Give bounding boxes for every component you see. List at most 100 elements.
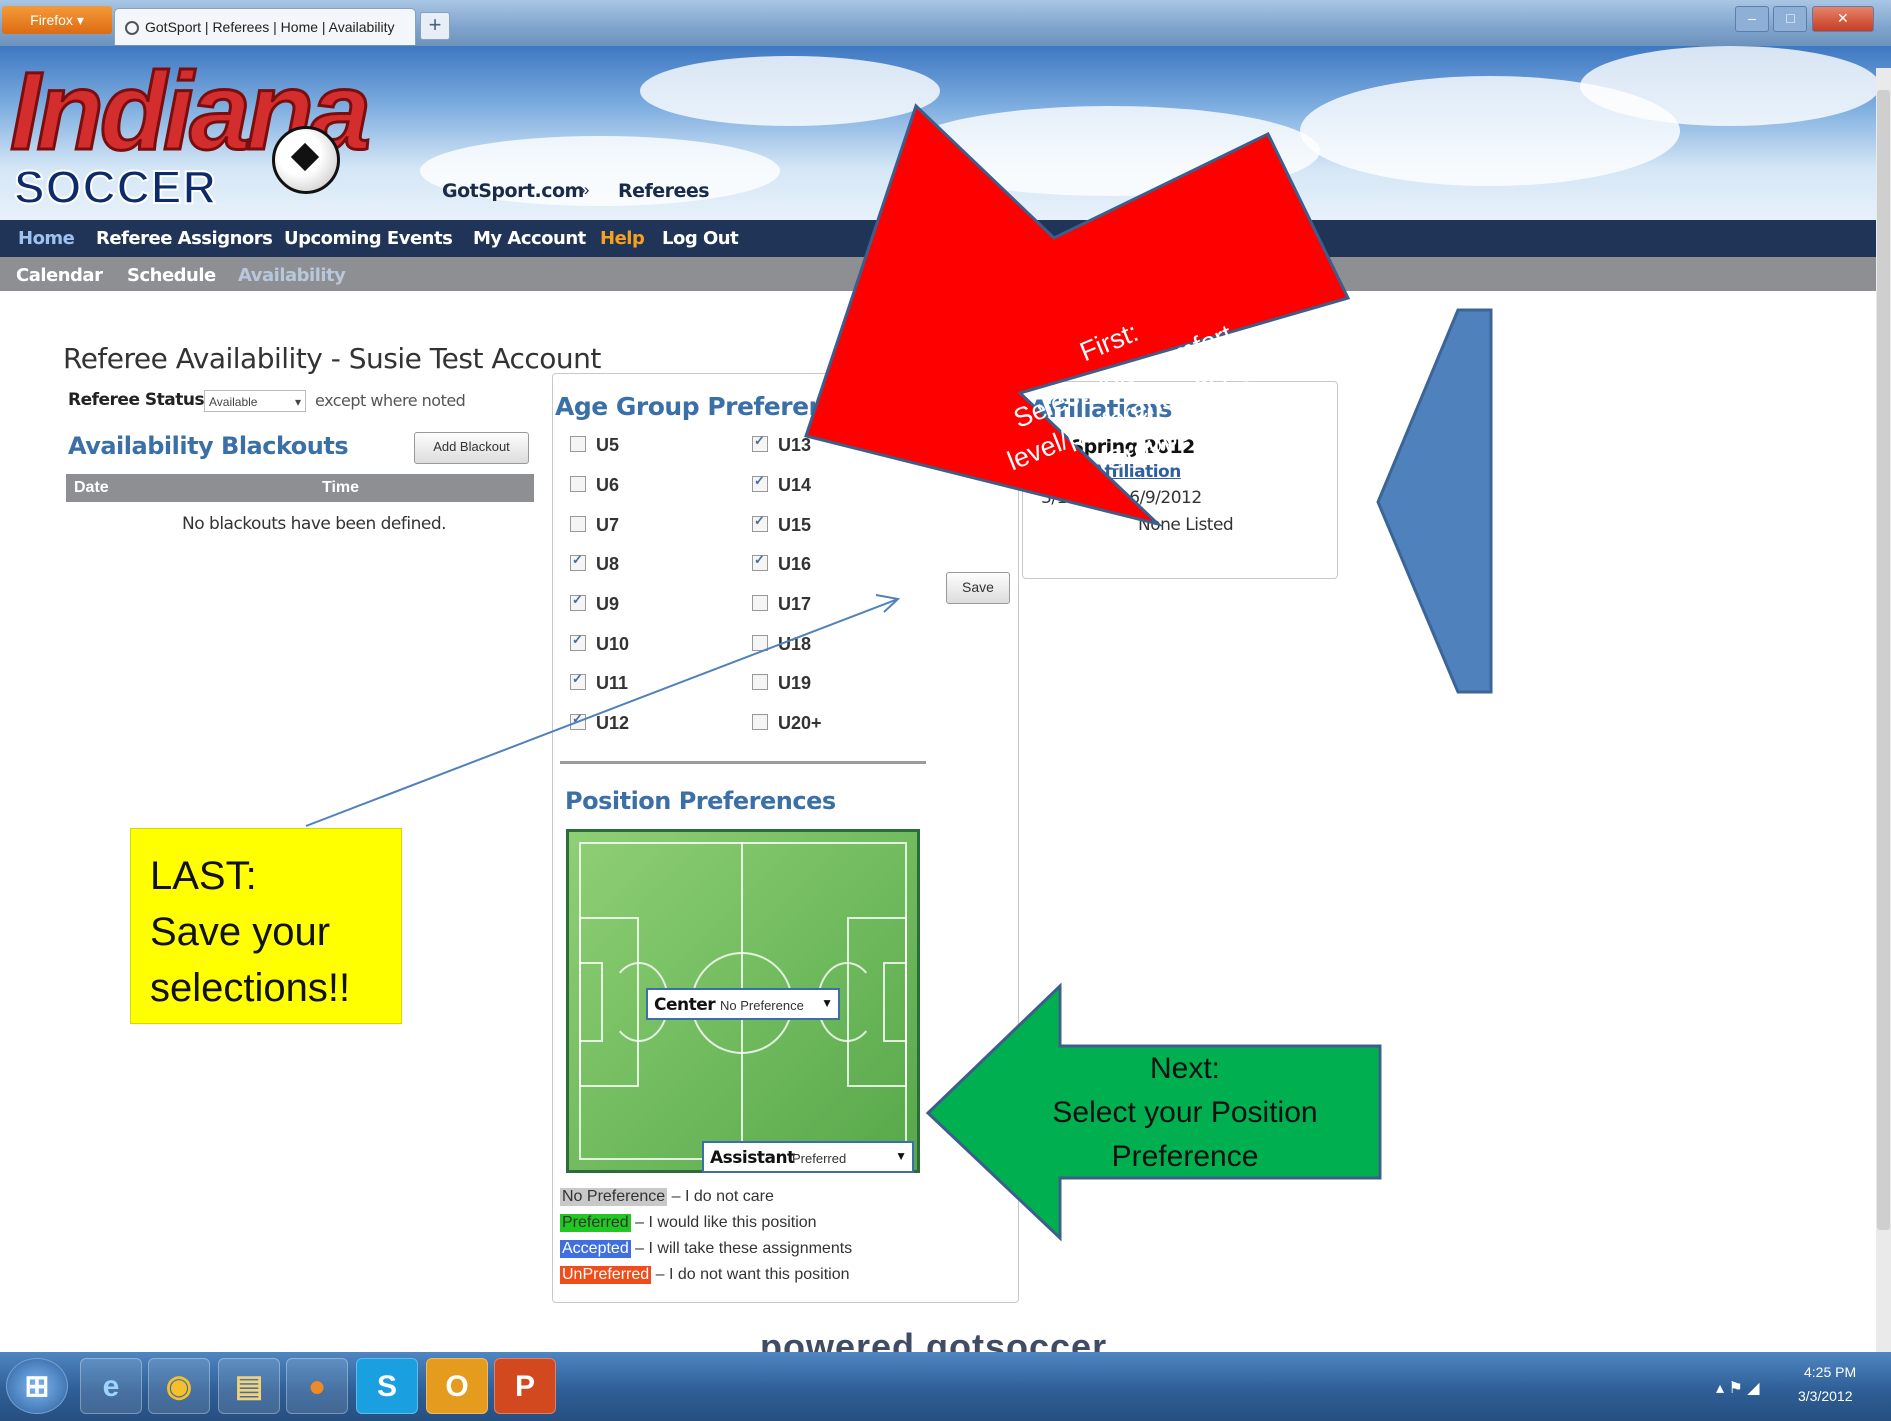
scrollbar-thumb[interactable] — [1877, 90, 1890, 1230]
age-checkbox-u10[interactable]: U10 — [570, 632, 629, 655]
age-checkbox-u20plus[interactable]: U20+ — [752, 713, 822, 734]
checkbox-icon — [570, 436, 586, 453]
legend-key: Accepted — [560, 1240, 631, 1258]
system-tray[interactable]: ▴ ⚑ ◢ — [1716, 1378, 1760, 1398]
breadcrumb-gotsport[interactable]: GotSport.com — [442, 180, 584, 202]
legend-key: No Preference — [560, 1188, 668, 1206]
nav-help[interactable]: Help — [600, 228, 645, 249]
column-time[interactable]: Time — [322, 479, 359, 497]
age-checkbox-u19[interactable]: U19 — [752, 673, 811, 694]
legend-key: Preferred — [560, 1214, 631, 1232]
soccer-ball-icon — [272, 126, 340, 194]
page-title: Referee Availability - Susie Test Accoun… — [63, 342, 601, 375]
age-checkbox-u8[interactable]: U8 — [570, 552, 619, 575]
checkbox-checked-icon — [570, 671, 586, 691]
assistant-label: Assistant — [710, 1148, 795, 1168]
checkbox-icon — [752, 635, 768, 652]
save-button[interactable]: Save — [946, 572, 1010, 604]
checkbox-icon — [752, 595, 768, 612]
center-preference-select[interactable]: Center No Preference ▼ — [646, 988, 840, 1020]
checkbox-checked-icon — [570, 711, 586, 731]
age-checkbox-u13[interactable]: U13 — [752, 433, 811, 456]
legend-preferred: Preferred – I would like this position — [560, 1214, 817, 1232]
referee-status-select[interactable]: Available — [204, 390, 306, 413]
blue-arrow — [1376, 308, 1493, 694]
new-tab-button[interactable]: + — [420, 12, 450, 40]
clock-icon — [125, 21, 139, 36]
affiliation-none-listed: None Listed — [1138, 515, 1234, 535]
checkbox-checked-icon — [570, 592, 586, 612]
clock-time[interactable]: 4:25 PM — [1804, 1364, 1856, 1380]
yellow-callout-text: LAST: Save your selections!! — [150, 854, 351, 1010]
checkbox-icon — [752, 714, 768, 731]
age-checkbox-u16[interactable]: U16 — [752, 552, 811, 575]
checkbox-icon — [752, 674, 768, 691]
age-checkbox-u6[interactable]: U6 — [570, 475, 619, 496]
legend-text: – I will take these assignments — [630, 1240, 853, 1257]
checkbox-checked-icon — [752, 513, 768, 533]
chrome-icon[interactable]: ◉ — [148, 1358, 210, 1414]
center-label: Center — [654, 995, 716, 1015]
firefox-icon[interactable]: ● — [286, 1358, 348, 1414]
position-preferences-title: Position Preferences — [565, 787, 836, 815]
nav-log-out[interactable]: Log Out — [662, 228, 739, 249]
legend-key: UnPreferred — [560, 1266, 652, 1284]
age-checkbox-u11[interactable]: U11 — [570, 671, 628, 694]
availability-blackouts-title: Availability Blackouts — [68, 432, 349, 460]
windows-taskbar — [0, 1352, 1891, 1421]
internet-explorer-icon[interactable]: e — [80, 1358, 142, 1414]
sub-nav: Calendar Schedule Availability — [0, 257, 1891, 291]
age-checkbox-u9[interactable]: U9 — [570, 592, 619, 615]
legend-text: – I would like this position — [630, 1214, 817, 1231]
minimize-button[interactable]: – — [1735, 6, 1769, 32]
age-checkbox-u18[interactable]: U18 — [752, 634, 811, 655]
legend-accepted: Accepted – I will take these assignments — [560, 1240, 852, 1258]
start-orb-icon[interactable]: ⊞ — [6, 1358, 68, 1414]
add-blackout-button[interactable]: Add Blackout — [414, 432, 529, 464]
checkbox-checked-icon — [752, 473, 768, 493]
age-checkbox-u17[interactable]: U17 — [752, 594, 811, 615]
age-checkbox-u7[interactable]: U7 — [570, 515, 619, 536]
chevron-down-icon: ▼ — [895, 1149, 907, 1163]
age-checkbox-u14[interactable]: U14 — [752, 473, 811, 496]
checkbox-checked-icon — [752, 433, 768, 453]
legend-text: – I do not want this position — [651, 1266, 850, 1283]
checkbox-checked-icon — [752, 552, 768, 572]
skype-icon[interactable]: S — [356, 1358, 418, 1414]
breadcrumb-separator: » — [580, 180, 590, 199]
green-callout-text: Next: Select your Position Preference — [1052, 1052, 1318, 1173]
firefox-menu-button[interactable]: Firefox ▾ — [2, 6, 112, 34]
legend-no-preference: No Preference – I do not care — [560, 1188, 774, 1206]
column-date[interactable]: Date — [74, 479, 109, 497]
age-checkbox-u12[interactable]: U12 — [570, 711, 629, 734]
main-nav: Home Referee Assignors Upcoming Events M… — [0, 220, 1891, 257]
age-checkbox-u5[interactable]: U5 — [570, 435, 619, 456]
tab-title: GotSport | Referees | Home | Availabilit… — [145, 19, 395, 35]
nav-my-account[interactable]: My Account — [473, 228, 586, 249]
blackouts-empty-message: No blackouts have been defined. — [182, 514, 447, 534]
assistant-value: Preferred — [792, 1151, 847, 1166]
age-checkbox-u15[interactable]: U15 — [752, 513, 811, 536]
age-group-title: Age Group Preferences — [555, 392, 872, 421]
center-value: No Preference — [720, 998, 804, 1013]
folder-icon[interactable]: ▤ — [218, 1358, 280, 1414]
nav-referee-assignors[interactable]: Referee Assignors — [96, 228, 273, 249]
blue-callout-text: The leagues you are signed up to officia… — [1515, 316, 1691, 689]
browser-tab[interactable]: GotSport | Referees | Home | Availabilit… — [114, 8, 416, 45]
breadcrumb-referees[interactable]: Referees — [618, 180, 710, 202]
subnav-schedule[interactable]: Schedule — [127, 265, 216, 286]
outlook-icon[interactable]: O — [426, 1358, 488, 1414]
maximize-button[interactable]: □ — [1773, 6, 1808, 32]
nav-home[interactable]: Home — [18, 228, 75, 249]
clock-date[interactable]: 3/3/2012 — [1798, 1388, 1853, 1404]
close-button[interactable]: ✕ — [1811, 6, 1874, 32]
checkbox-checked-icon — [570, 632, 586, 652]
subnav-availability[interactable]: Availability — [238, 265, 346, 286]
checkbox-checked-icon — [570, 552, 586, 572]
nav-upcoming-events[interactable]: Upcoming Events — [284, 228, 453, 249]
powerpoint-icon[interactable]: P — [494, 1358, 556, 1414]
section-divider — [560, 761, 926, 764]
blackouts-table-header: Date Time — [66, 474, 534, 502]
subnav-calendar[interactable]: Calendar — [16, 265, 103, 286]
assistant-preference-select[interactable]: Assistant Preferred ▼ — [702, 1141, 914, 1173]
